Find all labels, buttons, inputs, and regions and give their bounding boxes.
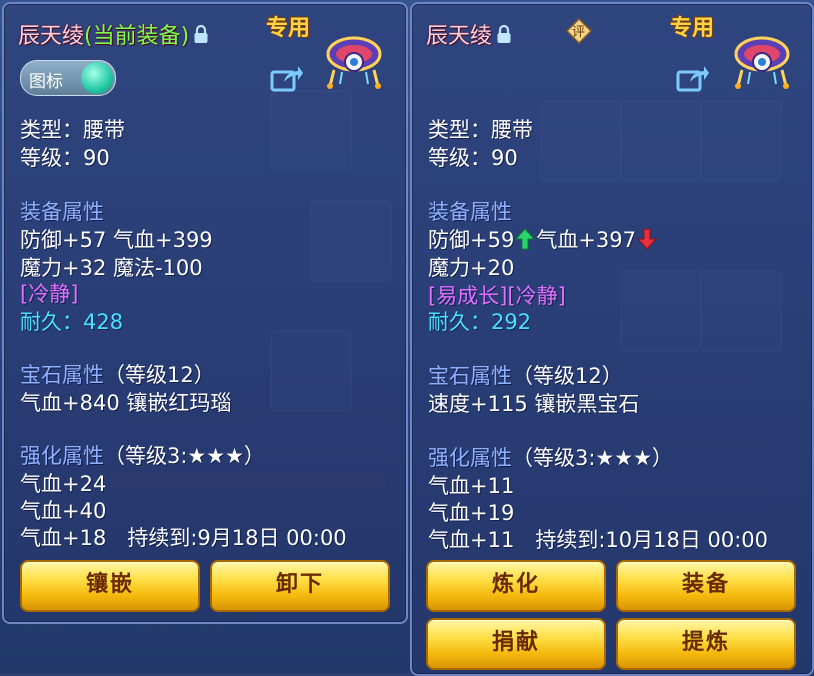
gem-level: （等级12）	[512, 364, 623, 388]
gem-attr-header: 宝石属性	[428, 364, 512, 388]
lock-icon[interactable]	[193, 24, 209, 50]
belt-item-icon	[728, 24, 796, 92]
enhance-attr-header: 强化属性	[428, 446, 512, 470]
gem-value: 气血+840 镶嵌红玛瑙	[20, 391, 232, 415]
attr-line: 魔力+20	[428, 256, 515, 280]
enhance-line: 气血+24	[20, 472, 107, 496]
enhance-attr-header: 强化属性	[20, 444, 104, 468]
refine-button[interactable]: 炼化	[426, 560, 606, 612]
item-type: 类型：腰带	[20, 118, 125, 142]
attr-line: 防御+57 气血+399	[20, 228, 213, 252]
item-level: 等级：90	[428, 146, 518, 170]
attr-hp: 气血+397	[536, 228, 637, 252]
equipped-item-panel: 辰天绫(当前装备) 专用 图标 类型：腰带 等级：90 装备属性 防御+57 气…	[2, 2, 408, 624]
enhance-line: 气血+11	[428, 474, 515, 498]
compare-item-panel: 辰天绫 评 专用 类型：腰带 等级：90 装备属性 防御+59 气血+397 魔力…	[410, 2, 814, 676]
enhance-line: 气血+11 持续到:10月18日 00:00	[428, 528, 769, 552]
enhance-attr-row: 强化属性（等级3:★★★）	[428, 442, 673, 472]
equip-attr-header: 装备属性	[428, 200, 512, 224]
gem-level: （等级12）	[104, 363, 215, 387]
share-icon[interactable]	[676, 64, 710, 92]
durability: 耐久：292	[428, 310, 532, 334]
attr-line: 防御+59 气血+397	[428, 224, 658, 255]
item-type: 类型：腰带	[428, 118, 533, 142]
gem-attr-row: 宝石属性（等级12）	[428, 360, 623, 390]
enhance-level: （等级3:★★★）	[512, 446, 673, 470]
special-effect: [冷静]	[20, 282, 79, 306]
enhance-line: 气血+18 持续到:9月18日 00:00	[20, 526, 347, 550]
gem-value: 速度+115 镶嵌黑宝石	[428, 392, 640, 416]
share-icon[interactable]	[270, 64, 304, 92]
special-label: 专用	[670, 16, 715, 41]
item-level: 等级：90	[20, 146, 110, 170]
rating-label: 评	[572, 25, 586, 40]
equipped-status: (当前装备)	[84, 24, 190, 49]
equip-attr-header: 装备属性	[20, 200, 104, 224]
item-title: 辰天绫(当前装备)	[18, 18, 209, 50]
enhance-attr-row: 强化属性（等级3:★★★）	[20, 440, 265, 470]
belt-item-icon	[320, 24, 388, 92]
item-title: 辰天绫	[426, 18, 512, 50]
extract-button[interactable]: 提炼	[616, 618, 796, 670]
durability: 耐久：428	[20, 310, 124, 334]
gem-attr-row: 宝石属性（等级12）	[20, 359, 215, 389]
icon-toggle-label: 图标	[29, 72, 63, 92]
unequip-button[interactable]: 卸下	[210, 560, 390, 612]
equip-button[interactable]: 装备	[616, 560, 796, 612]
stat-down-arrow-icon	[636, 228, 658, 255]
enhance-line: 气血+40	[20, 499, 107, 523]
gem-attr-header: 宝石属性	[20, 363, 104, 387]
special-label: 专用	[266, 16, 311, 41]
item-name: 辰天绫	[426, 24, 493, 49]
rating-badge-icon[interactable]: 评	[565, 17, 593, 45]
donate-button[interactable]: 捐献	[426, 618, 606, 670]
stat-up-arrow-icon	[515, 228, 536, 255]
lock-icon[interactable]	[496, 24, 512, 50]
inlay-button[interactable]: 镶嵌	[20, 560, 200, 612]
enhance-level: （等级3:★★★）	[104, 444, 265, 468]
icon-toggle[interactable]: 图标	[20, 60, 116, 96]
enhance-line: 气血+19	[428, 501, 515, 525]
attr-defense: 防御+59	[428, 228, 515, 252]
item-name: 辰天绫	[18, 24, 85, 49]
toggle-knob	[81, 62, 113, 94]
